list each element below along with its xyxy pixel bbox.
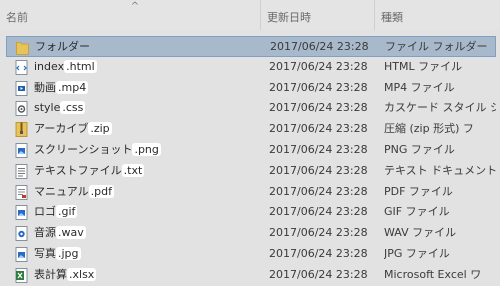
folder-icon (16, 40, 29, 55)
file-date-modified: 2017/06/24 23:28 (269, 226, 368, 240)
file-name[interactable]: テキストファイル .txt (34, 163, 145, 179)
file-row[interactable]: フォルダー 2017/06/24 23:28 ファイル フォルダー (6, 36, 496, 57)
file-row[interactable]: ロゴ .gif 2017/06/24 23:28 GIF ファイル (6, 202, 496, 223)
file-name[interactable]: 動画 .mp4 (34, 80, 89, 96)
file-type: WAV ファイル (384, 226, 457, 240)
audio-file-icon (15, 226, 28, 242)
file-extension-label: .png (132, 142, 161, 156)
file-type: テキスト ドキュメント (384, 163, 496, 177)
file-extension-label: .txt (121, 163, 145, 177)
file-extension-label: .pdf (88, 184, 115, 198)
column-header-bar: ^ 名前 更新日時 種類 (0, 0, 500, 30)
file-row[interactable]: スクリーンショット .png 2017/06/24 23:28 PNG ファイル (6, 140, 496, 161)
file-type: HTML ファイル (384, 59, 463, 73)
file-type: Microsoft Excel ワ (384, 267, 482, 281)
file-date-modified: 2017/06/24 23:28 (269, 142, 368, 156)
file-date-modified: 2017/06/24 23:28 (269, 122, 368, 136)
file-base-name: 動画 (34, 80, 56, 94)
file-base-name: 音源 (34, 226, 56, 240)
file-date-modified: 2017/06/24 23:28 (269, 205, 368, 219)
file-name[interactable]: style .css (34, 100, 86, 116)
video-file-icon (15, 80, 28, 96)
file-type: JPG ファイル (384, 246, 450, 260)
file-type: カスケード スタイル シ (384, 101, 496, 115)
file-type: PNG ファイル (384, 142, 455, 156)
file-date-modified: 2017/06/24 23:28 (269, 59, 368, 73)
file-base-name: スクリーンショット (34, 142, 133, 156)
file-date-modified: 2017/06/24 23:28 (269, 163, 368, 177)
file-row[interactable]: テキストファイル .txt 2017/06/24 23:28 テキスト ドキュメント (6, 161, 496, 182)
file-row[interactable]: アーカイブ .zip 2017/06/24 23:28 圧縮 (zip 形式) フ (6, 119, 496, 140)
file-extension-label: .xlsx (67, 267, 97, 281)
file-type: GIF ファイル (384, 205, 450, 219)
file-base-name: style (34, 101, 61, 115)
file-row[interactable]: 表計算 .xlsx 2017/06/24 23:28 Microsoft Excel … (6, 265, 496, 286)
file-extension-label: .wav (56, 226, 86, 240)
file-base-name: index (34, 59, 65, 73)
column-header-type[interactable]: 種類 (374, 0, 500, 30)
file-name[interactable]: マニュアル .pdf (34, 184, 115, 200)
file-type: ファイル フォルダー (385, 40, 488, 53)
file-name[interactable]: 表計算 .xlsx (34, 267, 97, 283)
pdf-file-icon (15, 184, 28, 200)
file-date-modified: 2017/06/24 23:28 (270, 40, 369, 53)
file-type: MP4 ファイル (384, 80, 455, 94)
file-name[interactable]: スクリーンショット .png (34, 142, 161, 158)
file-extension-label: .css (60, 101, 86, 115)
file-base-name: 写真 (34, 246, 56, 260)
file-row[interactable]: 写真 .jpg 2017/06/24 23:28 JPG ファイル (6, 244, 496, 265)
file-base-name: マニュアル (34, 184, 89, 198)
file-row[interactable]: マニュアル .pdf 2017/06/24 23:28 PDF ファイル (6, 182, 496, 203)
image-file-icon (15, 205, 28, 221)
file-row[interactable]: 音源 .wav 2017/06/24 23:28 WAV ファイル (6, 223, 496, 244)
file-base-name: テキストファイル (34, 163, 122, 177)
file-type: PDF ファイル (384, 184, 453, 198)
file-base-name: 表計算 (34, 267, 67, 281)
column-header-date-modified[interactable]: 更新日時 (260, 0, 374, 30)
file-type: 圧縮 (zip 形式) フ (384, 122, 474, 136)
file-date-modified: 2017/06/24 23:28 (269, 246, 368, 260)
file-name[interactable]: アーカイブ .zip (34, 121, 112, 137)
file-list: フォルダー 2017/06/24 23:28 ファイル フォルダー index .htm… (0, 36, 500, 286)
zip-file-icon (15, 122, 28, 138)
file-date-modified: 2017/06/24 23:28 (269, 184, 368, 198)
file-row[interactable]: index .html 2017/06/24 23:28 HTML ファイル (6, 57, 496, 78)
file-date-modified: 2017/06/24 23:28 (269, 267, 368, 281)
file-extension-label: .zip (88, 122, 112, 136)
file-extension-label: .jpg (56, 246, 81, 260)
file-base-name: アーカイブ (34, 122, 89, 136)
file-extension-label: .mp4 (56, 80, 89, 94)
file-extension-label: .gif (56, 205, 78, 219)
file-base-name: ロゴ (34, 205, 56, 219)
file-name[interactable]: 写真 .jpg (34, 246, 81, 262)
image-file-icon (15, 143, 28, 158)
excel-file-icon (15, 267, 28, 283)
file-name[interactable]: index .html (34, 59, 97, 75)
column-header-name[interactable]: 名前 (0, 0, 260, 30)
file-row[interactable]: style .css 2017/06/24 23:28 カスケード スタイル シ (6, 98, 496, 119)
css-file-icon (15, 101, 28, 117)
file-extension-label: .html (64, 59, 97, 73)
file-name[interactable]: フォルダー (35, 39, 90, 55)
file-name[interactable]: 音源 .wav (34, 225, 86, 241)
file-row[interactable]: 動画 .mp4 2017/06/24 23:28 MP4 ファイル (6, 78, 496, 99)
text-file-icon (15, 163, 28, 179)
file-date-modified: 2017/06/24 23:28 (269, 101, 368, 115)
file-base-name: フォルダー (35, 40, 90, 53)
file-date-modified: 2017/06/24 23:28 (269, 80, 368, 94)
image-file-icon (15, 247, 28, 262)
file-name[interactable]: ロゴ .gif (34, 204, 78, 220)
html-file-icon (15, 59, 28, 75)
